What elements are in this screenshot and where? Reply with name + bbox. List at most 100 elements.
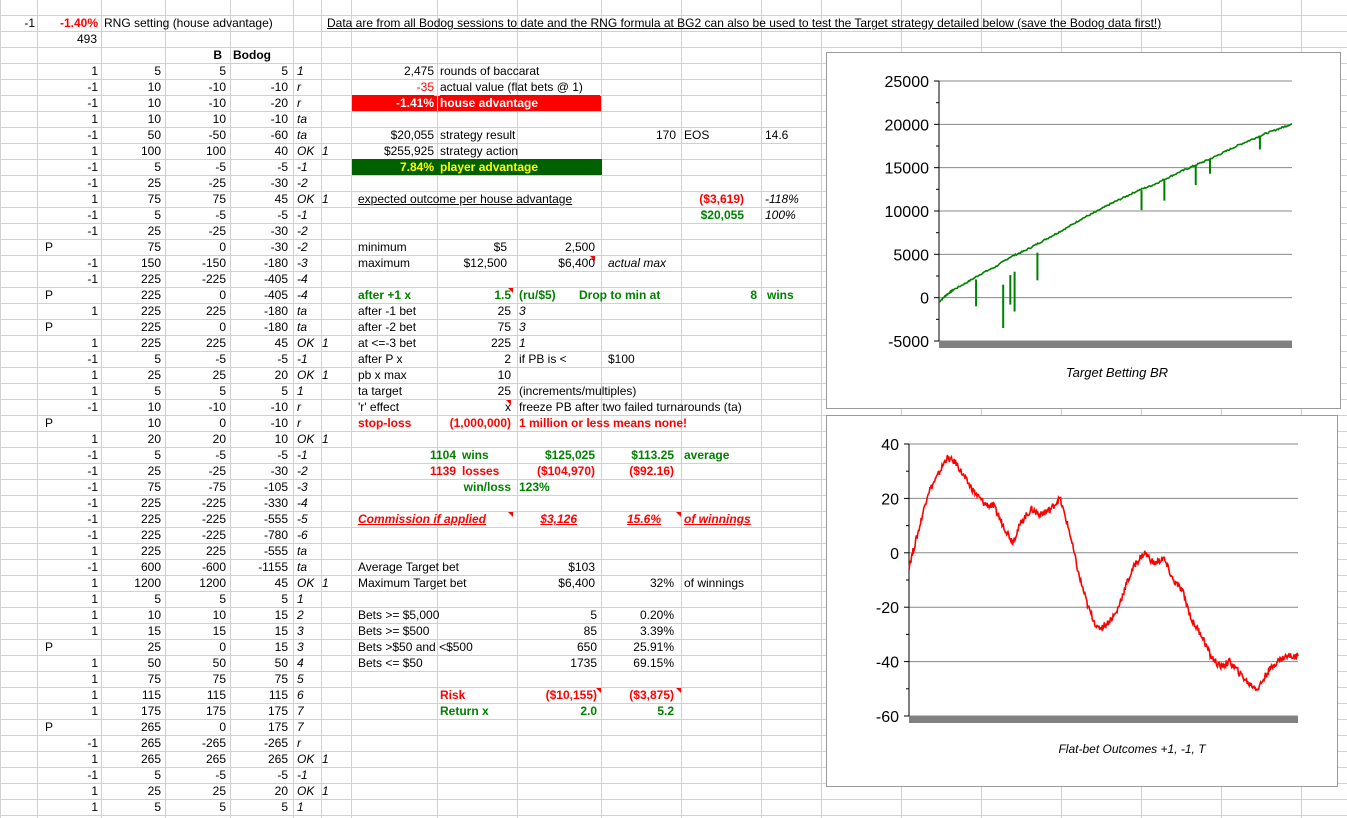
cell-outcome[interactable]: -1 — [37, 127, 98, 143]
cell-ok-count[interactable] — [322, 303, 347, 319]
cell-bet[interactable]: 5 — [101, 351, 161, 367]
eos-label[interactable]: EOS — [684, 127, 744, 143]
commission-of[interactable]: of winnings — [684, 511, 759, 527]
cell-bodog[interactable]: -30 — [230, 239, 288, 255]
bets-le-50-pct[interactable]: 69.15% — [601, 655, 674, 671]
cell-bodog[interactable]: 45 — [230, 335, 288, 351]
cell-result[interactable]: -10 — [165, 399, 226, 415]
cell-ok-count[interactable]: 1 — [322, 143, 347, 159]
pb-max-value[interactable]: 10 — [437, 367, 511, 383]
cell-bodog[interactable]: -10 — [230, 415, 288, 431]
cell-outcome[interactable] — [37, 415, 98, 431]
cell-bet[interactable]: 5 — [101, 799, 161, 815]
cell-bodog[interactable]: 15 — [230, 639, 288, 655]
cell-status[interactable]: 7 — [297, 719, 323, 735]
actual-label[interactable]: actual value (flat bets @ 1) — [440, 79, 600, 95]
cell-status[interactable]: 4 — [297, 655, 323, 671]
cell-bodog[interactable]: -60 — [230, 127, 288, 143]
result-value[interactable]: $20,055 — [681, 207, 744, 223]
cell-status[interactable]: 7 — [297, 703, 323, 719]
bets-5000-count[interactable]: 5 — [517, 607, 597, 623]
cell-result[interactable]: -225 — [165, 527, 226, 543]
bets-5000-label[interactable]: Bets >= $5,000 — [358, 607, 508, 623]
strategy-result-value[interactable]: $20,055 — [352, 127, 434, 143]
cell-outcome[interactable]: -1 — [37, 495, 98, 511]
house-adv-label[interactable]: house advantage — [440, 95, 600, 111]
cell-ok-count[interactable] — [322, 239, 347, 255]
cell-ok-count[interactable] — [322, 415, 347, 431]
commission-pct[interactable]: 15.6% — [601, 511, 661, 527]
cell-result[interactable]: 25 — [165, 783, 226, 799]
cell-status[interactable]: ta — [297, 319, 323, 335]
cell-ok-count[interactable]: 1 — [322, 783, 347, 799]
cell-result[interactable]: 0 — [165, 239, 226, 255]
cell-bet[interactable]: 25 — [101, 463, 161, 479]
cell-outcome[interactable]: 1 — [37, 143, 98, 159]
r-effect-note[interactable]: freeze PB after two failed turnarounds (… — [519, 399, 759, 415]
cell-bodog[interactable]: -30 — [230, 223, 288, 239]
cell-bodog[interactable]: 20 — [230, 783, 288, 799]
cell-result[interactable]: -225 — [165, 511, 226, 527]
cell-result[interactable]: 25 — [165, 367, 226, 383]
cell-result[interactable]: -10 — [165, 79, 226, 95]
cell-bet[interactable]: 225 — [101, 319, 161, 335]
cell-bet[interactable]: 5 — [101, 767, 161, 783]
cell-ok-count[interactable] — [322, 319, 347, 335]
cell-ok-count[interactable] — [322, 351, 347, 367]
house-adv-value[interactable]: -1.41% — [352, 95, 434, 111]
cell-status[interactable]: OK — [297, 783, 323, 799]
cell-bet[interactable]: 25 — [101, 223, 161, 239]
cell-status[interactable]: -4 — [297, 287, 323, 303]
cell-ok-count[interactable] — [322, 383, 347, 399]
cell-outcome[interactable]: 1 — [37, 591, 98, 607]
maximum-label[interactable]: maximum — [358, 255, 436, 271]
cell-status[interactable]: OK — [297, 143, 323, 159]
cell-outcome[interactable] — [37, 239, 98, 255]
cell-bodog[interactable]: 20 — [230, 367, 288, 383]
stop-loss-label[interactable]: stop-loss — [358, 415, 438, 431]
wins-count[interactable]: 1104 — [352, 447, 456, 463]
cell-result[interactable]: -25 — [165, 175, 226, 191]
cell-status[interactable]: -1 — [297, 447, 323, 463]
risk-value-2[interactable]: ($3,875) — [601, 687, 674, 703]
cell-ok-count[interactable] — [322, 799, 347, 815]
cell-bet[interactable]: 265 — [101, 735, 161, 751]
cell-bet[interactable]: 50 — [101, 127, 161, 143]
return-value-2[interactable]: 5.2 — [601, 703, 674, 719]
average-target-label[interactable]: Average Target bet — [358, 559, 508, 575]
cell-bet[interactable]: 600 — [101, 559, 161, 575]
at-minus3-n[interactable]: 1 — [519, 335, 539, 351]
cell-outcome[interactable]: 1 — [37, 655, 98, 671]
actual-max-note[interactable]: actual max — [608, 255, 678, 271]
cell-result[interactable]: 225 — [165, 303, 226, 319]
cell-bodog[interactable]: -555 — [230, 511, 288, 527]
cell-status[interactable]: -1 — [297, 207, 323, 223]
cell-outcome[interactable]: -1 — [37, 95, 98, 111]
cell-ok-count[interactable] — [322, 527, 347, 543]
cell-bodog[interactable]: 5 — [230, 799, 288, 815]
cell-bodog[interactable]: -105 — [230, 479, 288, 495]
bets-500-label[interactable]: Bets >= $500 — [358, 623, 508, 639]
cell-outcome[interactable]: 1 — [37, 303, 98, 319]
cell-bet[interactable]: 225 — [101, 495, 161, 511]
risk-value-1[interactable]: ($10,155) — [517, 687, 597, 703]
cell-bet[interactable]: 225 — [101, 303, 161, 319]
cell-status[interactable]: -2 — [297, 239, 323, 255]
cell-bet[interactable]: 225 — [101, 287, 161, 303]
cell-ok-count[interactable] — [322, 463, 347, 479]
cell-ok-count[interactable] — [322, 623, 347, 639]
cell-status[interactable]: -4 — [297, 271, 323, 287]
cell-outcome[interactable]: -1 — [37, 479, 98, 495]
cell-bet[interactable]: 10 — [101, 415, 161, 431]
cell-result[interactable]: -5 — [165, 159, 226, 175]
after-p-label[interactable]: after P x — [358, 351, 436, 367]
cell-bodog[interactable]: -180 — [230, 303, 288, 319]
cell-outcome[interactable]: 1 — [37, 687, 98, 703]
cell-bodog[interactable]: 40 — [230, 143, 288, 159]
cell-status[interactable]: 6 — [297, 687, 323, 703]
cell-bodog[interactable]: -10 — [230, 111, 288, 127]
cell-outcome[interactable] — [37, 639, 98, 655]
cell-bet[interactable]: 225 — [101, 511, 161, 527]
cell-outcome[interactable]: -1 — [37, 735, 98, 751]
cell-status[interactable]: -5 — [297, 511, 323, 527]
